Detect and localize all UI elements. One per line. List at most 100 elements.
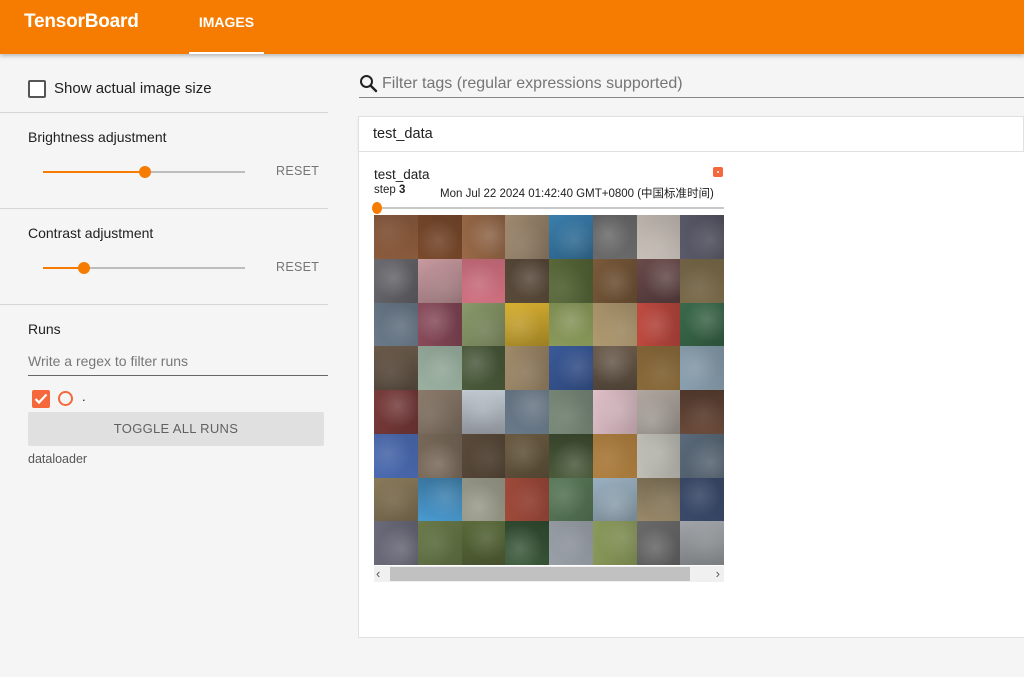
image-tile: [636, 346, 681, 390]
image-tile: [505, 433, 549, 478]
image-tile: [549, 477, 593, 522]
image-tile: [549, 302, 593, 347]
image-tile: [592, 215, 637, 259]
image-tile: [636, 521, 681, 565]
image-tile: [680, 477, 724, 522]
image-tile: [417, 433, 462, 478]
step-prefix: step: [374, 184, 396, 196]
tab-images-label: IMAGES: [198, 14, 255, 30]
runs-filter-input[interactable]: Write a regex to filter runs: [28, 350, 328, 376]
image-tile: [636, 390, 681, 434]
image-tile: [374, 346, 418, 390]
image-tile: [680, 433, 724, 478]
category-title: test_data: [373, 126, 433, 142]
image-tile: [505, 346, 549, 390]
image-tile: [461, 433, 506, 478]
image-tile: [680, 390, 724, 434]
show-actual-size-checkbox[interactable]: [28, 80, 46, 98]
divider: [0, 304, 328, 305]
logdir-label: dataloader: [28, 452, 88, 466]
step-slider-track[interactable]: [376, 207, 724, 209]
image-tile: [461, 521, 506, 565]
image-tile: [636, 258, 681, 303]
image-tile: [636, 477, 681, 522]
image-tile: [680, 302, 724, 347]
image-tile: [592, 477, 637, 522]
image-tile: [374, 521, 418, 565]
show-actual-size-label[interactable]: Show actual image size: [54, 80, 212, 97]
image-tile: [417, 521, 462, 565]
app-title: TensorBoard: [24, 11, 139, 32]
image-tile: [374, 433, 418, 478]
search-icon: [360, 75, 378, 93]
image-tile: [592, 258, 637, 303]
tab-images[interactable]: IMAGES: [189, 0, 264, 54]
horizontal-scrollbar[interactable]: ‹ ›: [374, 566, 724, 582]
contrast-reset-button[interactable]: RESET: [276, 260, 319, 274]
image-tile: [461, 215, 506, 259]
image-tile: [549, 390, 593, 434]
scroll-left-icon[interactable]: ‹: [376, 566, 380, 582]
image-tile: [636, 302, 681, 347]
image-tile: [461, 302, 506, 347]
tag-filter[interactable]: Filter tags (regular expressions support…: [359, 70, 1024, 98]
runs-title: Runs: [28, 321, 61, 337]
image-tile: [417, 215, 462, 259]
image-tile: [374, 258, 418, 303]
step-slider-thumb[interactable]: [372, 202, 382, 214]
image-tile: [549, 433, 593, 478]
image-tile: [417, 302, 462, 347]
toggle-all-runs-button[interactable]: TOGGLE ALL RUNS: [28, 412, 324, 446]
image-tile: [680, 346, 724, 390]
image-tile: [505, 477, 549, 522]
run-checkbox[interactable]: [32, 390, 50, 408]
image-tile: [592, 521, 637, 565]
image-tile: [374, 302, 418, 347]
image-tile: [636, 215, 681, 259]
step-label: step 3: [374, 184, 405, 196]
image-tile: [374, 390, 418, 434]
image-tile: [549, 258, 593, 303]
image-tile: [592, 390, 637, 434]
brightness-slider-thumb[interactable]: [139, 166, 151, 178]
sidebar: Show actual image size Brightness adjust…: [0, 54, 340, 677]
contrast-slider-thumb[interactable]: [78, 262, 90, 274]
scrollbar-thumb[interactable]: [390, 567, 690, 581]
run-name: .: [82, 389, 86, 404]
image-tile: [549, 215, 593, 259]
active-tab-indicator: [189, 52, 264, 54]
top-app-bar: TensorBoard IMAGES: [0, 0, 1024, 54]
image-tile: [505, 258, 549, 303]
tag-filter-input[interactable]: Filter tags (regular expressions support…: [382, 75, 683, 93]
image-tile: [592, 433, 637, 478]
divider: [0, 208, 328, 209]
image-tile: [374, 215, 418, 259]
image-tile: [680, 215, 724, 259]
image-tile: [680, 258, 724, 303]
image-tile: [417, 258, 462, 303]
contrast-label: Contrast adjustment: [28, 225, 154, 241]
image-tile: [592, 346, 637, 390]
image-card-title: test_data: [374, 167, 430, 182]
image-tile: [680, 521, 724, 565]
run-color-circle-icon[interactable]: [58, 391, 73, 406]
image-tile: [461, 346, 506, 390]
category-header[interactable]: test_data: [358, 116, 1024, 152]
divider: [0, 112, 328, 113]
image-tile: [417, 477, 462, 522]
image-tile: [417, 390, 462, 434]
run-color-indicator-icon: [713, 167, 723, 177]
image-tile: [461, 477, 506, 522]
image-tile: [505, 390, 549, 434]
image-tile: [505, 302, 549, 347]
brightness-slider-fill: [43, 171, 145, 173]
image-tile: [505, 521, 549, 565]
image-tile: [592, 302, 637, 347]
image-tile: [505, 215, 549, 259]
image-tile: [374, 477, 418, 522]
image-tile: [636, 433, 681, 478]
brightness-label: Brightness adjustment: [28, 129, 167, 145]
image-tile: [417, 346, 462, 390]
scroll-right-icon[interactable]: ›: [716, 566, 720, 582]
brightness-reset-button[interactable]: RESET: [276, 164, 319, 178]
